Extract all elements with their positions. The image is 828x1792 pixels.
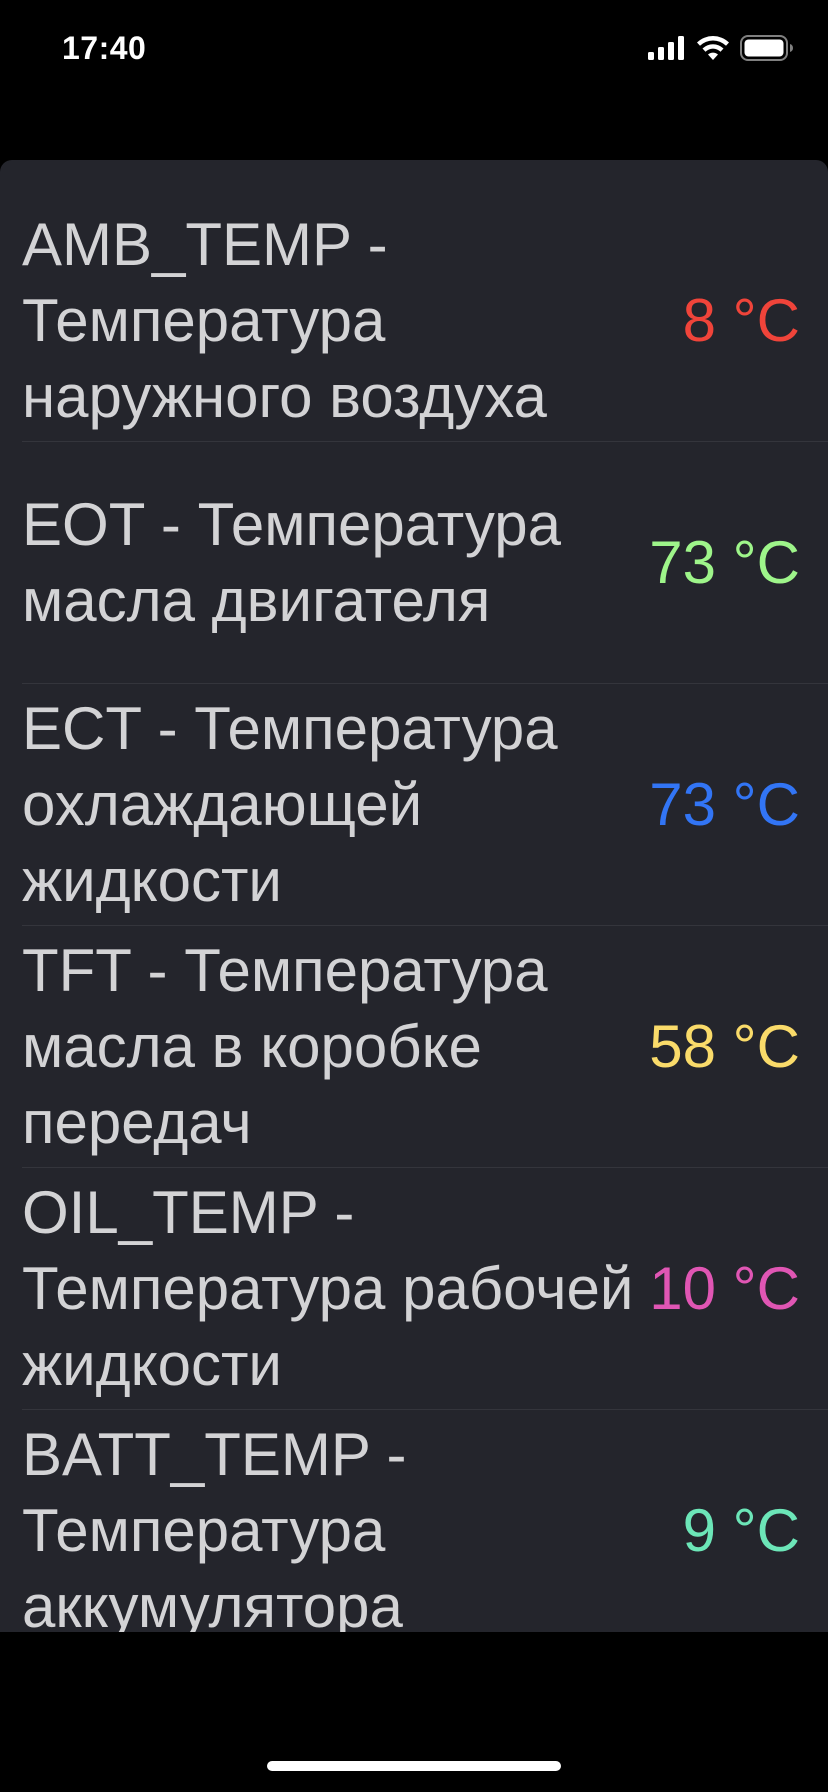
- status-icons: [648, 34, 794, 66]
- sensor-value: 73 °C: [649, 528, 800, 596]
- sensor-row-amb-temp[interactable]: AMB_TEMP - Температура наружного воздуха…: [22, 160, 828, 442]
- battery-icon: [740, 34, 794, 66]
- sensor-label: EOT - Температура масла двигателя: [22, 490, 561, 634]
- sensor-value: 58 °C: [649, 1012, 800, 1080]
- cellular-signal-icon: [648, 35, 686, 65]
- sensor-value: 10 °C: [649, 1254, 800, 1322]
- status-bar: 17:40: [0, 0, 828, 100]
- sensor-label: ECT - Температура охлаждающей жидкости: [22, 694, 558, 914]
- sensor-label: BATT_TEMP - Температура аккумулятора: [22, 1420, 407, 1633]
- sensor-row-tft[interactable]: TFT - Температура масла в коробке переда…: [22, 926, 828, 1168]
- home-indicator[interactable]: [267, 1761, 561, 1771]
- sensor-label: TFT - Температура масла в коробке переда…: [22, 936, 548, 1156]
- sensor-value: 73 °C: [649, 770, 800, 838]
- sensor-row-ect[interactable]: ECT - Температура охлаждающей жидкости 7…: [22, 684, 828, 926]
- sensor-row-oil-temp[interactable]: OIL_TEMP - Температура рабочей жидкости …: [22, 1168, 828, 1410]
- sensor-label: AMB_TEMP - Температура наружного воздуха: [22, 210, 547, 430]
- sensor-value: 9 °C: [682, 1496, 800, 1564]
- sensor-row-batt-temp[interactable]: BATT_TEMP - Температура аккумулятора 9 °…: [22, 1410, 828, 1633]
- sensor-row-eot[interactable]: EOT - Температура масла двигателя 73 °C: [22, 442, 828, 684]
- sensor-label: OIL_TEMP - Температура рабочей жидкости: [22, 1178, 634, 1398]
- sensor-value: 8 °C: [682, 286, 800, 354]
- status-time: 17:40: [62, 30, 147, 66]
- sensor-list[interactable]: AMB_TEMP - Температура наружного воздуха…: [0, 160, 828, 1632]
- wifi-icon: [696, 35, 730, 66]
